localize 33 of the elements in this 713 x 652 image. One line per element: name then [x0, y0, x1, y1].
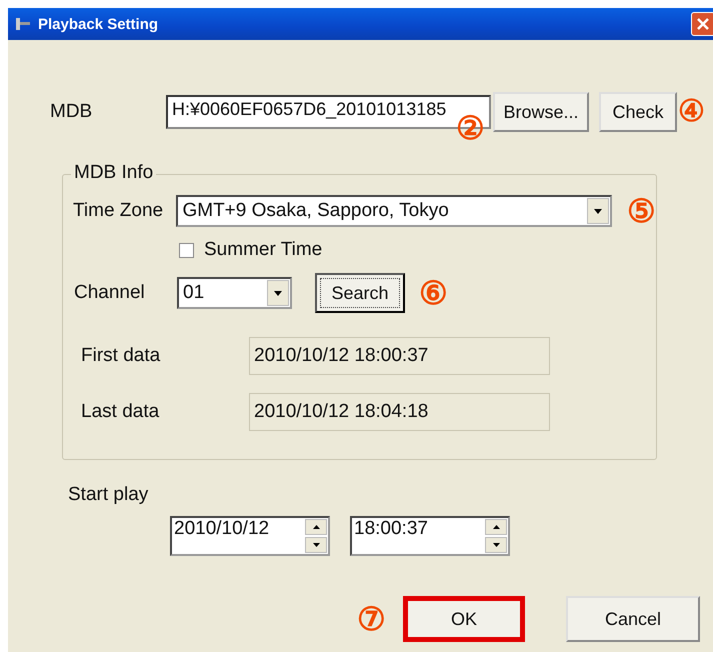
close-button[interactable] — [691, 12, 713, 36]
down-arrow-icon — [312, 543, 320, 547]
time-zone-dropdown[interactable]: GMT+9 Osaka, Sapporo, Tokyo — [176, 195, 612, 227]
summer-time-label: Summer Time — [204, 239, 322, 261]
channel-dropdown[interactable]: 01 — [177, 277, 292, 309]
callout-number: ⑦ — [357, 603, 387, 635]
up-arrow-icon — [492, 525, 500, 529]
down-arrow-icon — [492, 543, 500, 547]
date-spin-field[interactable]: 2010/10/12 — [170, 516, 330, 556]
data-label: Last data — [81, 401, 160, 423]
browse-button[interactable]: Browse... — [493, 92, 589, 132]
summer-time-checkbox[interactable] — [179, 242, 194, 258]
up-arrow-icon — [312, 525, 320, 529]
data-field: 2010/10/12 18:00:37 — [249, 337, 550, 375]
cancel-button[interactable]: Cancel — [566, 596, 700, 642]
dropdown-arrow-icon — [274, 290, 282, 296]
callout-number: ⑥ — [419, 277, 448, 309]
time-spin-field[interactable]: 18:00:37 — [350, 516, 510, 556]
data-field: 2010/10/12 18:04:18 — [249, 393, 550, 431]
dropdown-arrow-icon — [594, 208, 602, 214]
close-icon — [697, 18, 709, 30]
callout-number: ④ — [678, 97, 705, 127]
app-icon — [14, 16, 32, 32]
start-play-label: Start play — [68, 484, 150, 506]
window-title: Playback Setting — [38, 16, 158, 32]
search-button[interactable]: Search — [315, 273, 405, 313]
data-label: First data — [81, 345, 162, 367]
callout-number: ⑤ — [627, 195, 656, 227]
check-button[interactable]: Check — [599, 92, 677, 132]
time-zone-label: Time Zone — [73, 200, 164, 222]
ok-button[interactable]: OK — [403, 596, 525, 642]
mdb-label: MDB — [50, 101, 94, 123]
channel-label: Channel — [74, 282, 146, 304]
